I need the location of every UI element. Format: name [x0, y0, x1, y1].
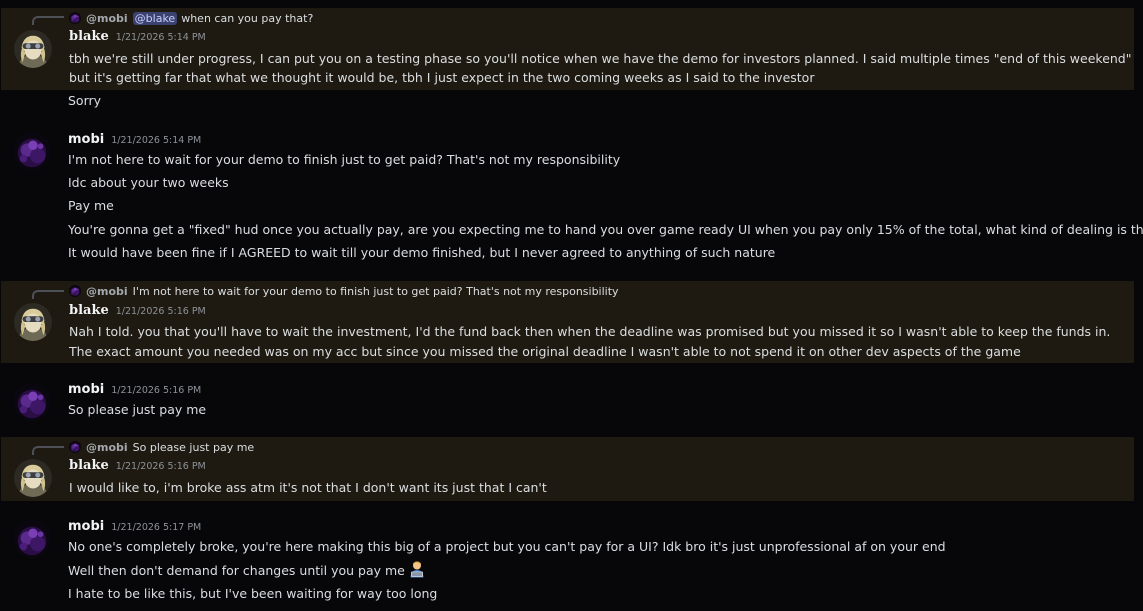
author-name[interactable]: blake	[69, 458, 109, 473]
author-name[interactable]: blake	[69, 303, 109, 318]
message-line: It would have been fine if I AGREED to w…	[68, 245, 776, 260]
message-line-with-emoji: Well then don't demand for changes until…	[68, 560, 426, 584]
timestamp[interactable]: 1/21/2026 5:16 PM	[111, 385, 201, 396]
message-line: tbh we're still under progress, I can pu…	[69, 51, 1132, 66]
message-text: Well then don't demand for changes until…	[68, 563, 405, 578]
man-technologist-emoji	[408, 560, 426, 584]
message-line: No one's completely broke, you're here m…	[68, 539, 946, 554]
message-line: Pay me	[68, 198, 114, 213]
reply-author[interactable]: @mobi	[86, 441, 128, 454]
message-line: I'm not here to wait for your demo to fi…	[68, 152, 621, 167]
reply-author[interactable]: @mobi	[86, 12, 128, 25]
reply-preview[interactable]: @mobi So please just pay me	[69, 439, 254, 455]
avatar[interactable]	[13, 383, 51, 421]
message-header: mobi 1/21/2026 5:17 PM	[68, 519, 201, 537]
message-header: blake 1/21/2026 5:16 PM	[69, 458, 206, 476]
message-group-mobi: mobi 1/21/2026 5:17 PM No one's complete…	[0, 517, 1143, 609]
author-name[interactable]: mobi	[68, 382, 104, 397]
message-line: Nah I told. you that you'll have to wait…	[69, 324, 1111, 359]
timestamp[interactable]: 1/21/2026 5:14 PM	[116, 32, 206, 43]
reply-preview[interactable]: @mobi @blake when can you pay that?	[69, 10, 313, 26]
message-line: Idc about your two weeks	[68, 175, 229, 190]
message-line: So please just pay me	[68, 402, 207, 417]
reply-author[interactable]: @mobi	[86, 285, 128, 298]
reply-mention[interactable]: @blake	[132, 11, 178, 25]
message-line: Sorry	[68, 93, 102, 108]
reply-avatar	[69, 285, 81, 297]
message-line: I hate to be like this, but I've been wa…	[68, 586, 438, 601]
reply-avatar	[69, 12, 81, 24]
author-name[interactable]: mobi	[68, 519, 104, 534]
message-header: blake 1/21/2026 5:14 PM	[69, 29, 206, 47]
avatar[interactable]	[14, 303, 52, 341]
chat-message-list: @mobi @blake when can you pay that? blak…	[0, 0, 1143, 611]
author-name[interactable]: mobi	[68, 132, 104, 147]
timestamp[interactable]: 1/21/2026 5:16 PM	[116, 306, 206, 317]
message-group-mobi: mobi 1/21/2026 5:16 PM So please just pa…	[0, 380, 1143, 421]
reply-connector	[32, 290, 64, 299]
message-line: You're gonna get a "fixed" hud once you …	[68, 222, 1143, 237]
message-group-blake: @mobi @blake when can you pay that? blak…	[1, 8, 1134, 90]
avatar[interactable]	[14, 30, 52, 68]
author-name[interactable]: blake	[69, 29, 109, 44]
reply-text[interactable]: when can you pay that?	[181, 12, 313, 25]
message-header: mobi 1/21/2026 5:14 PM	[68, 132, 201, 150]
reply-connector	[32, 16, 64, 25]
message-line: but it's getting far that what we though…	[69, 70, 815, 85]
reply-connector	[32, 446, 64, 455]
avatar[interactable]	[13, 520, 51, 558]
message-group-blake: @mobi I'm not here to wait for your demo…	[1, 281, 1134, 363]
avatar[interactable]	[14, 459, 52, 497]
timestamp[interactable]: 1/21/2026 5:17 PM	[111, 522, 201, 533]
reply-preview[interactable]: @mobi I'm not here to wait for your demo…	[69, 283, 619, 299]
reply-avatar	[69, 441, 81, 453]
timestamp[interactable]: 1/21/2026 5:14 PM	[111, 135, 201, 146]
message-group-mobi: mobi 1/21/2026 5:14 PM I'm not here to w…	[0, 128, 1143, 268]
timestamp[interactable]: 1/21/2026 5:16 PM	[116, 461, 206, 472]
message-line: I would like to, i'm broke ass atm it's …	[69, 480, 547, 495]
message-group-blake: @mobi So please just pay me blake 1/21/2…	[1, 437, 1134, 501]
message-header: mobi 1/21/2026 5:16 PM	[68, 382, 201, 400]
reply-text[interactable]: I'm not here to wait for your demo to fi…	[133, 285, 619, 298]
message-header: blake 1/21/2026 5:16 PM	[69, 303, 206, 321]
reply-text[interactable]: So please just pay me	[133, 441, 255, 454]
avatar[interactable]	[13, 132, 51, 170]
